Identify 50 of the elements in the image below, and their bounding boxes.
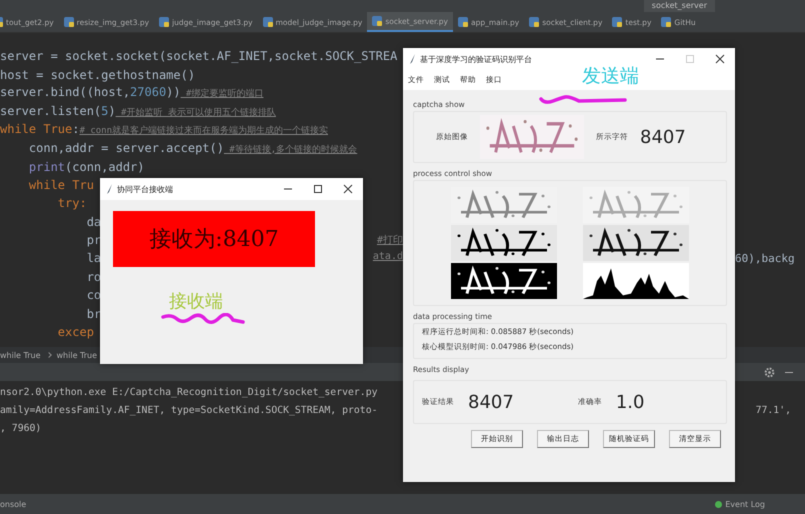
code-line: server.bind((host,27060)) #绑定要监听的端口	[0, 85, 264, 100]
code-line: server = socket.socket(socket.AF_INET,socket.SOCK_STREA	[0, 49, 398, 64]
code-line: print(conn,addr)	[28, 160, 145, 174]
maximize-icon[interactable]	[313, 184, 323, 194]
event-log-button[interactable]: Event Log	[715, 500, 765, 508]
console-fragment: 77.1',	[756, 405, 791, 418]
python-file-icon	[262, 17, 273, 27]
code-line: while True:# conn就是客户端链接过来而在服务端为期生成的一个链接实	[0, 122, 328, 138]
python-file-icon	[612, 17, 622, 27]
code-fragment: 60),backg	[735, 252, 795, 266]
console-line: , 7960)	[0, 423, 42, 436]
code-line: ro	[86, 270, 102, 284]
python-file-icon	[661, 17, 672, 27]
console-tab[interactable]: onsole	[0, 500, 26, 508]
breadcrumb[interactable]: while True	[0, 350, 41, 360]
recognized-text: 8407	[640, 126, 686, 148]
accuracy-value: 1.0	[616, 392, 644, 412]
code-line: la	[86, 251, 102, 266]
code-line: da	[86, 214, 102, 229]
feather-icon	[107, 184, 113, 194]
code-line: conn,addr = server.accept() #等待链接,多个链接的时候就会	[28, 140, 358, 156]
code-line: excep	[56, 325, 94, 340]
console-line: amily=AddressFamily.AF_INET, type=SocketKind.SOCK_STREAM, proto-	[0, 405, 378, 418]
window-title: 基于深度学习的验证码识别平台	[420, 54, 532, 64]
breadcrumb[interactable]: while True	[56, 350, 98, 360]
code-line: server.listen(5) #开始监听 表示可以使用五个链接排队	[0, 104, 276, 119]
annotation-label: 发送端	[582, 64, 639, 89]
code-line: while Tru	[28, 178, 94, 192]
received-message: 接收为:8407	[113, 211, 315, 267]
close-icon[interactable]	[715, 54, 725, 64]
code-line: pr	[86, 233, 102, 248]
console-line: nsor2.0\python.exe E:/Captcha_Recognition_Digit/socket_server.py	[0, 387, 378, 400]
code-line: br	[86, 306, 102, 321]
code-line: host = socket.gethostname()	[0, 68, 196, 82]
feather-icon	[410, 54, 416, 64]
settings-icon[interactable]	[764, 366, 775, 378]
window-title: 协同平台接收端	[117, 184, 173, 194]
close-icon[interactable]	[343, 184, 353, 194]
python-file-icon	[159, 17, 170, 27]
code-fragment: ata.d	[372, 251, 403, 264]
annotation-label: 接收端	[169, 290, 223, 313]
code-line: co	[86, 288, 102, 302]
result-value: 8407	[468, 392, 514, 412]
python-file-icon	[529, 17, 540, 27]
run-config-selector[interactable]: socket_server	[644, 0, 715, 12]
code-fragment: #打印	[376, 234, 403, 248]
python-file-icon	[458, 17, 468, 27]
code-line: try:	[56, 196, 87, 210]
python-file-icon	[372, 16, 382, 26]
python-file-icon	[64, 17, 74, 27]
